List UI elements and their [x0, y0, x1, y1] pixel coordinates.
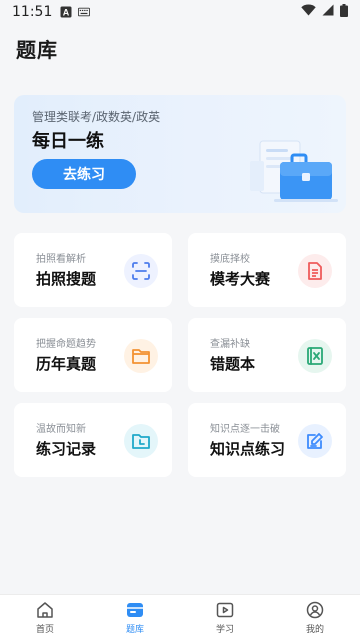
tile-photo-search[interactable]: 拍照看解析 拍照搜题 — [14, 233, 172, 307]
font-notification-icon: A — [60, 6, 72, 18]
history-icon — [124, 424, 158, 458]
tile-title: 练习记录 — [36, 440, 97, 458]
tile-title: 历年真题 — [36, 355, 97, 373]
document-icon — [298, 254, 332, 288]
tab-home[interactable]: 首页 — [0, 595, 90, 641]
wifi-icon — [301, 4, 316, 20]
tab-question-bank[interactable]: 题库 — [90, 595, 180, 641]
tile-title: 知识点练习 — [210, 440, 286, 458]
tile-title: 错题本 — [210, 355, 256, 373]
bottom-tab-bar: 首页 题库 学习 我的 — [0, 594, 360, 641]
daily-subtitle: 管理类联考/政数英/政英 — [32, 110, 161, 124]
play-icon — [216, 602, 234, 618]
tab-study[interactable]: 学习 — [180, 595, 270, 641]
tab-label: 题库 — [125, 625, 144, 635]
go-practice-button[interactable]: 去练习 — [32, 159, 136, 189]
signal-icon — [322, 4, 334, 20]
tile-knowledge-practice[interactable]: 知识点逐一击破 知识点练习 — [188, 403, 346, 477]
tile-subtitle: 摸底择校 — [210, 254, 250, 265]
tile-subtitle: 温故而知新 — [36, 424, 86, 435]
tab-label: 首页 — [35, 625, 54, 635]
tile-practice-history[interactable]: 温故而知新 练习记录 — [14, 403, 172, 477]
tab-profile[interactable]: 我的 — [270, 595, 360, 641]
tile-mock-contest[interactable]: 摸底择校 模考大赛 — [188, 233, 346, 307]
tile-past-papers[interactable]: 把握命题趋势 历年真题 — [14, 318, 172, 392]
status-time: 11:51 — [12, 4, 53, 20]
home-icon — [37, 602, 53, 618]
daily-title: 每日一练 — [32, 131, 104, 152]
keyboard-icon — [78, 6, 91, 18]
tile-subtitle: 拍照看解析 — [36, 254, 86, 265]
tile-subtitle: 把握命题趋势 — [36, 339, 96, 350]
tab-label: 学习 — [215, 625, 234, 635]
tile-subtitle: 查漏补缺 — [210, 339, 250, 350]
tile-subtitle: 知识点逐一击破 — [210, 424, 280, 435]
page-title: 题库 — [16, 38, 58, 62]
tile-error-book[interactable]: 查漏补缺 错题本 — [188, 318, 346, 392]
tile-title: 模考大赛 — [210, 270, 271, 288]
svg-text:A: A — [63, 8, 70, 18]
battery-icon — [340, 3, 348, 21]
daily-practice-card[interactable]: 管理类联考/政数英/政英 每日一练 去练习 — [14, 95, 346, 213]
folder-icon — [124, 339, 158, 373]
error-book-icon — [298, 339, 332, 373]
scan-icon — [124, 254, 158, 288]
question-bank-icon — [127, 603, 143, 617]
edit-icon — [298, 424, 332, 458]
briefcase-illustration-icon — [250, 140, 338, 202]
tab-label: 我的 — [305, 625, 324, 635]
tile-title: 拍照搜题 — [36, 270, 97, 288]
status-bar: 11:51 A — [0, 0, 360, 24]
profile-icon — [306, 601, 324, 619]
